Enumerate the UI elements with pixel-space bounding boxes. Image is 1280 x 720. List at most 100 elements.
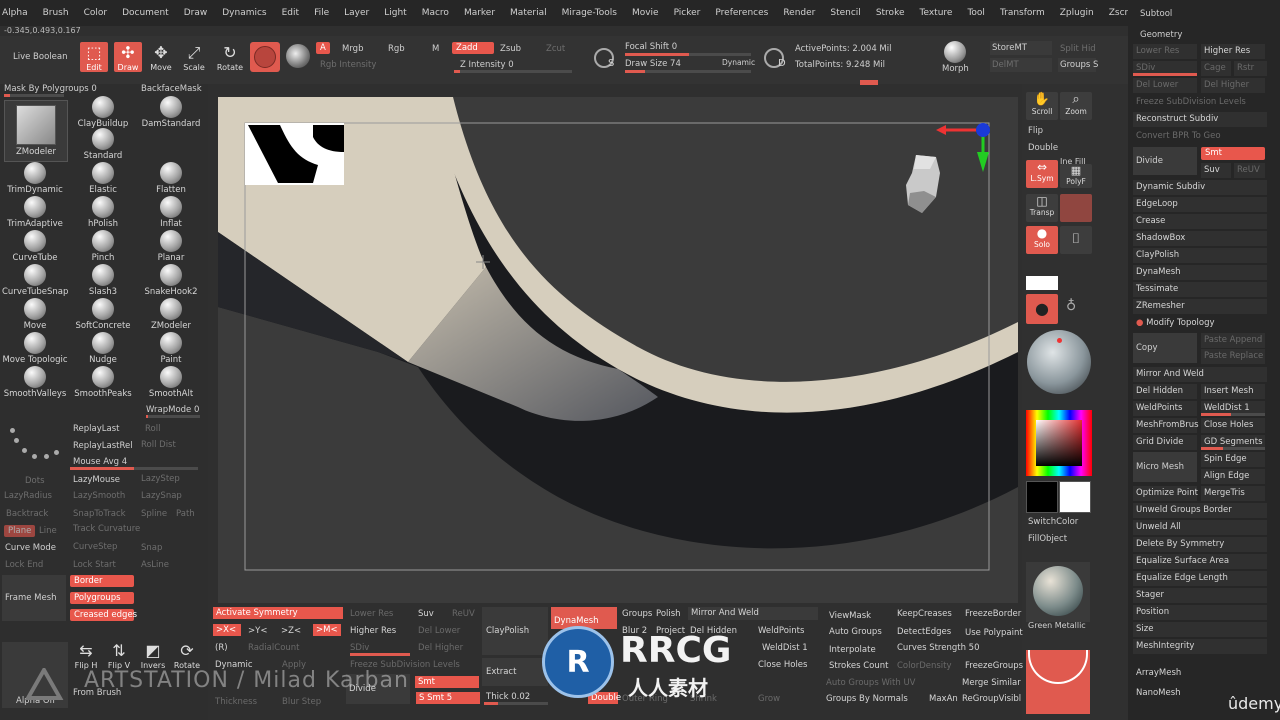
brush-item[interactable]: Pinch: [70, 230, 136, 263]
topology-item[interactable]: Size: [1133, 622, 1267, 637]
menu-item[interactable]: Color: [84, 8, 108, 18]
m-button[interactable]: M: [432, 44, 439, 54]
curve-mode-button[interactable]: Curve Mode: [5, 543, 56, 553]
reconstruct-subdiv-button[interactable]: Reconstruct Subdiv: [1133, 112, 1267, 127]
dynamesh-groups-toggle[interactable]: Groups: [622, 609, 652, 619]
bottom-del-lower-button[interactable]: Del Lower: [418, 626, 460, 636]
topology-item[interactable]: Unweld Groups Border: [1133, 503, 1267, 518]
invers-button[interactable]: ◩ Invers: [140, 643, 166, 671]
backtrack-button[interactable]: Backtrack: [6, 509, 48, 519]
divide-button[interactable]: Divide: [1133, 147, 1197, 175]
draw-button[interactable]: ✣ Draw: [114, 42, 142, 72]
convert-bpr-button[interactable]: Convert BPR To Geo: [1133, 129, 1267, 144]
draw-size-slider[interactable]: Draw Size 74: [625, 59, 681, 69]
geometry-item[interactable]: DynaMesh: [1133, 265, 1267, 280]
brush-item[interactable]: Move: [2, 298, 68, 331]
array-mesh-header[interactable]: ArrayMesh: [1133, 666, 1267, 681]
sdiv-track[interactable]: [1133, 73, 1197, 76]
lock-start-button[interactable]: Lock Start: [73, 560, 116, 570]
color-sphere-icon[interactable]: [286, 44, 310, 68]
border-toggle[interactable]: Border: [70, 575, 134, 587]
lazy-radius-slider[interactable]: LazyRadius: [4, 491, 52, 501]
dynamic-toggle[interactable]: Dynamic: [722, 58, 755, 67]
freeze-border-toggle[interactable]: FreezeBorder: [965, 609, 1021, 619]
bottom-lower-res-button[interactable]: Lower Res: [350, 609, 393, 619]
insert-mesh-button[interactable]: Insert Mesh: [1201, 384, 1265, 399]
optimize-point-button[interactable]: Optimize Point: [1133, 486, 1198, 501]
geometry-item[interactable]: Dynamic Subdiv: [1133, 180, 1267, 195]
claypolish-button[interactable]: ClayPolish: [482, 607, 548, 655]
menu-item[interactable]: Texture: [920, 8, 953, 18]
weldpoints-button[interactable]: WeldPoints: [1133, 401, 1197, 416]
brush-item[interactable]: SmoothValleys: [2, 366, 68, 399]
zcut-button[interactable]: Zcut: [546, 44, 565, 54]
menu-item[interactable]: Dynamics: [222, 8, 266, 18]
transp-button[interactable]: ◫ Transp: [1026, 194, 1058, 222]
spin-edge-button[interactable]: Spin Edge: [1201, 452, 1265, 467]
radial-count-slider[interactable]: RadialCount: [248, 643, 300, 653]
mesh-from-brush-button[interactable]: MeshFromBrus: [1133, 418, 1199, 433]
a-toggle[interactable]: A: [316, 42, 330, 54]
strokes-count-slider[interactable]: Strokes Count: [829, 661, 888, 671]
lazy-mouse-button[interactable]: LazyMouse: [73, 475, 120, 485]
freeze-groups-toggle[interactable]: FreezeGroups: [965, 661, 1023, 671]
zadd-button[interactable]: Zadd: [452, 42, 494, 54]
topology-item[interactable]: MeshIntegrity: [1133, 639, 1267, 654]
brush-item[interactable]: DamStandard: [138, 96, 204, 129]
menu-item[interactable]: Movie: [632, 8, 659, 18]
camera-button[interactable]: ⌷: [1060, 226, 1092, 254]
move-button[interactable]: ✥ Move: [148, 42, 174, 73]
scroll-button[interactable]: ✋ Scroll: [1026, 92, 1058, 120]
reuv-button[interactable]: ReUV: [1234, 163, 1265, 178]
bottom-close-holes-button[interactable]: Close Holes: [758, 660, 807, 670]
color-picker[interactable]: [1026, 410, 1092, 476]
brush-item[interactable]: SmoothAlt: [138, 366, 204, 399]
delmt-button[interactable]: DelMT: [990, 58, 1052, 72]
brush-item[interactable]: ZModeler: [138, 298, 204, 331]
extract-button[interactable]: Extract: [482, 658, 548, 686]
zsub-button[interactable]: Zsub: [500, 44, 521, 54]
bottom-higher-res-button[interactable]: Higher Res: [350, 626, 396, 636]
mouse-avg-slider[interactable]: Mouse Avg 4: [73, 457, 127, 467]
roll-button[interactable]: Roll: [145, 424, 160, 434]
brush-item[interactable]: Elastic: [70, 162, 136, 195]
material-thumbnail[interactable]: [1026, 562, 1090, 622]
dynamesh-polish-toggle[interactable]: Polish: [656, 609, 681, 619]
menu-item[interactable]: Render: [783, 8, 815, 18]
bottom-weldpoints-button[interactable]: WeldPoints: [758, 626, 804, 636]
menu-item[interactable]: File: [314, 8, 329, 18]
topology-item[interactable]: Stager: [1133, 588, 1267, 603]
topology-item[interactable]: Delete By Symmetry: [1133, 537, 1267, 552]
plane-button[interactable]: Plane: [4, 525, 36, 537]
live-boolean-button[interactable]: Live Boolean: [13, 52, 67, 62]
replay-last-button[interactable]: ReplayLast: [73, 424, 119, 434]
suv-toggle[interactable]: Suv: [1201, 163, 1231, 178]
geometry-item[interactable]: ShadowBox: [1133, 231, 1267, 246]
bottom-mirror-weld-button[interactable]: Mirror And Weld: [688, 607, 818, 620]
geometry-item[interactable]: Crease: [1133, 214, 1267, 229]
symmetry-x-toggle[interactable]: >X<: [213, 624, 241, 636]
close-holes-button[interactable]: Close Holes: [1201, 418, 1265, 433]
topology-item[interactable]: Equalize Edge Length: [1133, 571, 1267, 586]
smt-toggle[interactable]: Smt: [1201, 147, 1265, 160]
del-hidden-button[interactable]: Del Hidden: [1133, 384, 1197, 399]
auto-groups-uv-button[interactable]: Auto Groups With UV: [826, 678, 915, 688]
geometry-item[interactable]: ClayPolish: [1133, 248, 1267, 263]
focal-shift-slider[interactable]: Focal Shift 0: [625, 42, 677, 52]
flip-v-button[interactable]: ⇅ Flip V: [107, 643, 131, 671]
bottom-sdiv-track[interactable]: [350, 653, 410, 656]
bottom-reuv-button[interactable]: ReUV: [452, 609, 475, 619]
snap-button[interactable]: Snap: [141, 543, 162, 553]
mask-polygroups-track[interactable]: [4, 94, 64, 97]
rotate-button[interactable]: ↻ Rotate: [216, 42, 244, 73]
menu-item[interactable]: Layer: [344, 8, 369, 18]
wrapmode-track[interactable]: [146, 415, 200, 418]
z-intensity-track[interactable]: [454, 70, 572, 73]
main-color-swatch[interactable]: [1026, 276, 1058, 290]
brush-item[interactable]: SoftConcrete: [70, 298, 136, 331]
curve-step-slider[interactable]: CurveStep: [73, 542, 117, 552]
thick-slider[interactable]: Thick 0.02: [486, 692, 530, 702]
modify-topology-header[interactable]: ● Modify Topology: [1133, 316, 1267, 331]
light-sphere[interactable]: [1027, 330, 1091, 394]
brush-item[interactable]: Flatten: [138, 162, 204, 195]
